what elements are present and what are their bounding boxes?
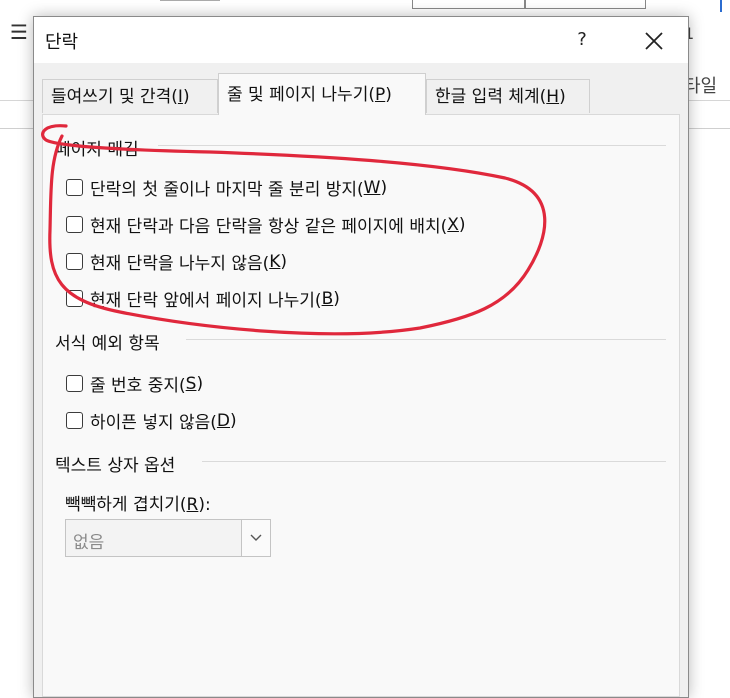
option-label-suffix: ) [280, 251, 288, 272]
suppress-line-numbers-option[interactable]: 줄 번호 중지(S) [66, 371, 203, 396]
tab-indents-spacing[interactable]: 들여쓰기 및 간격(I) [42, 79, 218, 113]
dialog-title: 단락 [45, 32, 79, 53]
tight-wrap-value: 없음 [73, 533, 105, 553]
textbox-options-group-title: 텍스트 상자 옵션 [55, 456, 176, 476]
keep-with-next-option[interactable]: 현재 단락과 다음 단락을 항상 같은 페이지에 배치(X) [66, 212, 466, 237]
option-label: 줄 번호 중지( [90, 376, 186, 396]
tab-label-suffix: ) [385, 85, 392, 105]
dropdown-button[interactable] [241, 520, 270, 556]
option-accesskey: X [447, 214, 459, 235]
ribbon-control-2[interactable] [524, 0, 646, 9]
suppress-line-numbers-checkbox[interactable] [66, 375, 83, 392]
tab-label: 들여쓰기 및 간격( [51, 87, 178, 107]
dialog-titlebar: 단락 ? [34, 17, 688, 63]
option-label-suffix: ) [380, 177, 388, 198]
pagination-group-title: 페이지 매김 [55, 140, 139, 160]
tab-panel [42, 114, 680, 697]
keep-lines-together-option[interactable]: 현재 단락을 나누지 않음(K) [66, 249, 287, 274]
option-label-suffix: ) [333, 288, 340, 309]
option-label: 현재 단락과 다음 단락을 항상 같은 페이지에 배치( [90, 217, 448, 237]
textbox-options-group-divider [202, 461, 666, 462]
keep-lines-together-checkbox[interactable] [66, 253, 83, 270]
keep-with-next-checkbox[interactable] [66, 216, 83, 233]
close-button[interactable] [632, 21, 676, 59]
tight-wrap-select[interactable]: 없음 [65, 519, 271, 557]
tight-wrap-label: 빽빽하게 겹치기(R): [65, 490, 211, 515]
option-accesskey: D [216, 410, 231, 431]
tab-label: 줄 및 페이지 나누기( [227, 85, 375, 105]
document-margin-line-left [0, 128, 34, 129]
dont-hyphenate-checkbox[interactable] [66, 412, 83, 429]
dont-hyphenate-option[interactable]: 하이픈 넣지 않음(D) [66, 408, 237, 433]
tab-korean-input[interactable]: 한글 입력 체계(H) [426, 79, 590, 113]
widow-orphan-option[interactable]: 단락의 첫 줄이나 마지막 줄 분리 방지(W) [66, 175, 387, 200]
hamburger-menu-icon[interactable]: ☰ [10, 20, 28, 44]
ribbon-accent-mark [720, 0, 722, 12]
option-accesskey: W [363, 177, 381, 198]
tab-label-suffix: ) [559, 87, 566, 107]
help-button[interactable]: ? [562, 23, 602, 57]
tab-accesskey: H [546, 87, 560, 107]
paragraph-dialog: 단락 ? 들여쓰기 및 간격(I) 줄 및 페이지 나누기(P) 한글 입력 체… [33, 16, 689, 698]
page-break-before-option[interactable]: 현재 단락 앞에서 페이지 나누기(B) [66, 286, 340, 311]
tab-label-suffix: ) [182, 87, 190, 107]
widow-orphan-checkbox[interactable] [66, 179, 83, 196]
option-accesskey: S [185, 373, 197, 394]
option-label: 현재 단락 앞에서 페이지 나누기( [90, 291, 322, 311]
document-margin-line-right [688, 128, 730, 129]
tab-line-page-breaks[interactable]: 줄 및 페이지 나누기(P) [218, 73, 426, 115]
close-icon [645, 31, 663, 50]
ribbon-control-1[interactable] [412, 0, 526, 9]
tab-label: 한글 입력 체계( [435, 87, 547, 107]
option-label-suffix: ) [458, 214, 466, 235]
chevron-down-icon [250, 534, 262, 541]
field-label-suffix: ): [198, 495, 211, 515]
formatting-exceptions-group-title: 서식 예외 항목 [55, 334, 160, 354]
option-label: 단락의 첫 줄이나 마지막 줄 분리 방지( [90, 180, 364, 200]
field-accesskey: R [186, 495, 199, 515]
option-label-suffix: ) [230, 410, 237, 431]
option-label-suffix: ) [196, 373, 204, 394]
formatting-exceptions-group-divider [186, 339, 666, 340]
pagination-group-divider [158, 145, 666, 146]
option-accesskey: K [269, 251, 281, 272]
ribbon-divider [160, 0, 220, 1]
option-accesskey: B [321, 288, 334, 309]
option-label: 현재 단락을 나누지 않음( [90, 254, 270, 274]
page-break-before-checkbox[interactable] [66, 290, 83, 307]
field-label-text: 빽빽하게 겹치기( [65, 495, 187, 515]
option-label: 하이픈 넣지 않음( [90, 413, 217, 433]
tab-accesskey: P [374, 85, 386, 105]
